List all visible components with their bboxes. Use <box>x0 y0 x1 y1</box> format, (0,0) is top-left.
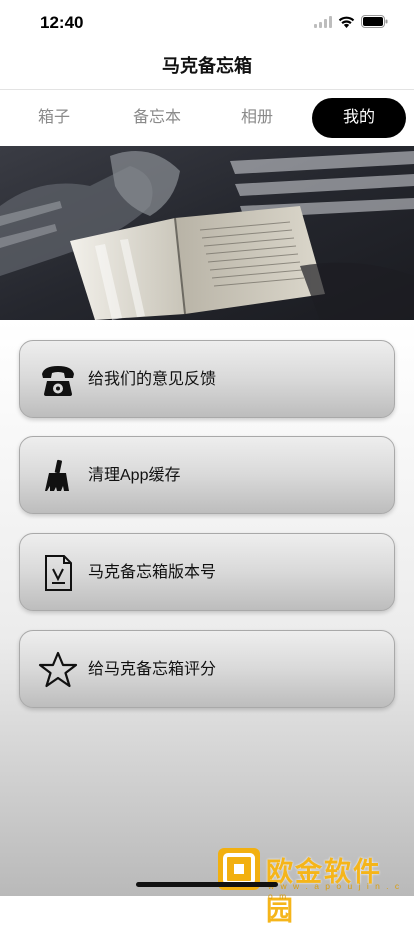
broom-icon <box>38 456 78 496</box>
star-icon <box>38 650 78 690</box>
status-icons <box>314 15 388 33</box>
rate-app-label: 给马克备忘箱评分 <box>88 661 217 678</box>
home-indicator <box>136 882 278 887</box>
version-button[interactable]: 马克备忘箱版本号 <box>19 533 395 611</box>
watermark: 欧金软件园 w w w . a p o u j i n . c o m <box>218 848 410 926</box>
tab-bar: 箱子 备忘本 相册 我的 <box>0 89 414 146</box>
clear-cache-button[interactable]: 清理App缓存 <box>19 436 395 514</box>
rate-app-button[interactable]: 给马克备忘箱评分 <box>19 630 395 708</box>
wifi-icon <box>338 15 355 33</box>
feedback-button[interactable]: 给我们的意见反馈 <box>19 340 395 418</box>
feedback-label: 给我们的意见反馈 <box>88 371 217 388</box>
battery-icon <box>361 15 388 33</box>
tab-boxes[interactable]: 箱子 <box>14 98 94 138</box>
document-download-icon <box>38 553 78 593</box>
page-title: 马克备忘箱 <box>0 44 414 89</box>
version-label: 马克备忘箱版本号 <box>88 564 217 581</box>
hero-image <box>0 146 414 320</box>
cellular-signal-icon <box>314 15 332 33</box>
status-bar: 12:40 <box>0 0 414 44</box>
tab-mine[interactable]: 我的 <box>312 98 406 138</box>
clear-cache-label: 清理App缓存 <box>88 467 181 484</box>
tab-notebook[interactable]: 备忘本 <box>117 98 197 138</box>
tab-album[interactable]: 相册 <box>217 98 297 138</box>
status-time: 12:40 <box>40 13 84 32</box>
watermark-url: w w w . a p o u j i n . c o m <box>268 881 402 901</box>
telephone-icon <box>38 360 78 400</box>
